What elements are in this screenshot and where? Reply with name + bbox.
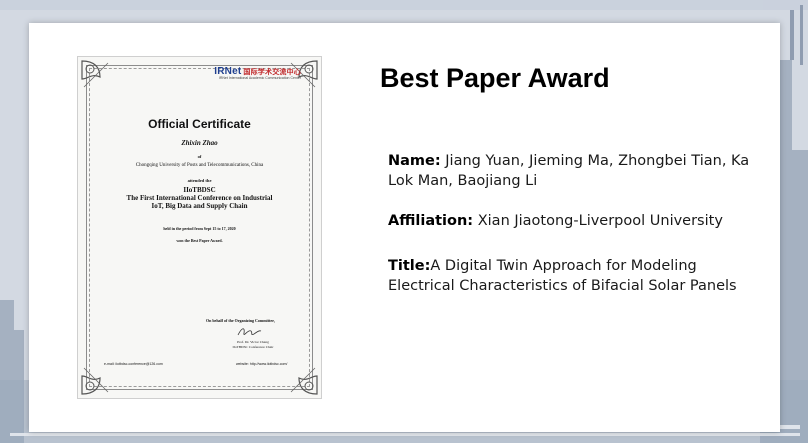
conference-name-line2: IoT, Big Data and Supply Chain	[151, 202, 248, 210]
slide-panel: IRNet 国际学术交流中心 IRNet International Academ…	[29, 23, 780, 432]
corner-ornament-icon	[81, 367, 109, 395]
corner-ornament-icon	[290, 367, 318, 395]
corner-ornament-icon	[81, 60, 109, 88]
logo-subtitle: IRNet International Academic Communicati…	[218, 76, 301, 80]
conference-name-line1: The First International Conference on In…	[126, 194, 273, 202]
signatory-role: IIoTBDSC Conference Chair	[232, 344, 274, 349]
title-value: A Digital Twin Approach for Modeling Ele…	[388, 258, 737, 294]
certificate-award-line: won the Best Paper Award.	[176, 238, 223, 243]
certificate-conference: IIoTBDSC The First International Confere…	[92, 186, 307, 210]
award-paper-title: Title:A Digital Twin Approach for Modeli…	[388, 256, 758, 296]
name-value: Jiang Yuan, Jieming Ma, Zhongbei Tian, K…	[388, 153, 750, 189]
certificate-email: e-mail: iiotbdsc-conference@126.com	[104, 362, 163, 366]
award-names: Name: Jiang Yuan, Jieming Ma, Zhongbei T…	[388, 151, 758, 191]
title-label: Title:	[388, 258, 431, 274]
signature-icon	[237, 328, 262, 336]
logo-chinese-text: 国际学术交流中心	[243, 69, 301, 76]
irnet-logo: IRNet 国际学术交流中心 IRNet International Academ…	[214, 66, 301, 80]
certificate-recipient: Zhixin Zhao	[181, 139, 218, 147]
certificate-attended: attended the	[187, 178, 212, 183]
name-label: Name:	[388, 153, 441, 169]
certificate-image: IRNet 国际学术交流中心 IRNet International Academ…	[77, 56, 322, 399]
affiliation-value: Xian Jiaotong-Liverpool University	[473, 213, 723, 229]
affiliation-label: Affiliation:	[388, 213, 474, 229]
certificate-university: Chongqing University of Posts and Teleco…	[135, 163, 264, 168]
certificate-of: of	[197, 154, 202, 159]
conference-acronym: IIoTBDSC	[183, 186, 216, 194]
certificate-website: website: http://www.iiotbdsc.com/	[236, 362, 288, 366]
certificate-signatory: Prof. Dr. Victor Chang IIoTBDSC Conferen…	[218, 340, 288, 349]
certificate-dates: held in the period from Sept 15 to 17, 2…	[163, 226, 236, 231]
certificate-title: Official Certificate	[148, 117, 251, 131]
certificate-behalf: On behalf of the Organizing Committee,	[206, 318, 275, 323]
award-heading: Best Paper Award	[380, 63, 610, 93]
award-affiliation: Affiliation: Xian Jiaotong-Liverpool Uni…	[388, 211, 758, 231]
